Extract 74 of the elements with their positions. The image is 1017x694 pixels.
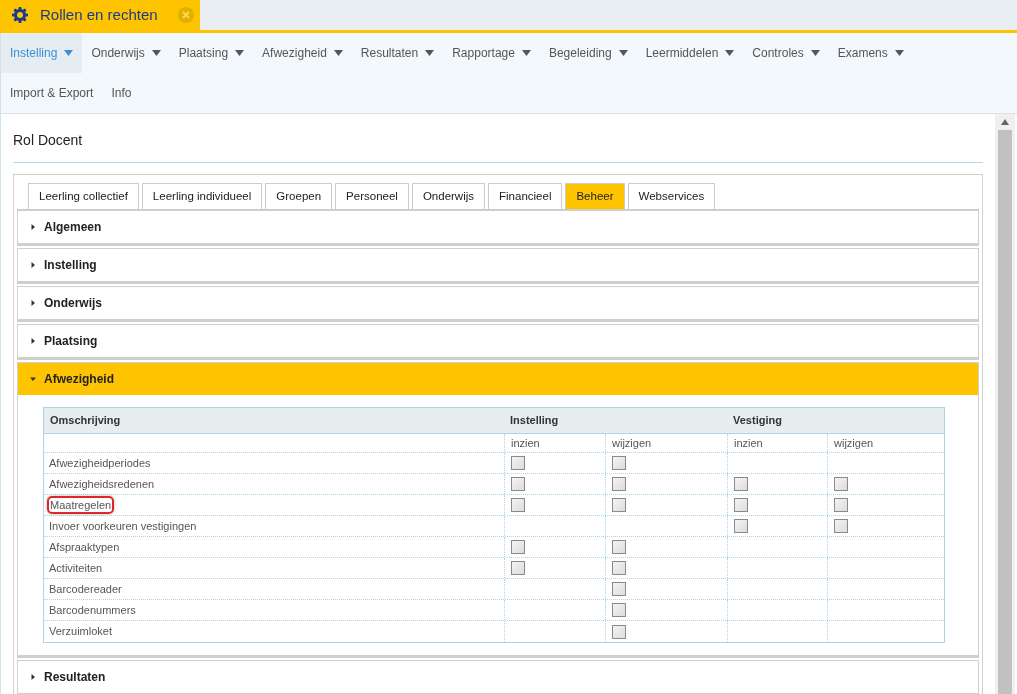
column-header: Omschrijving — [49, 413, 122, 429]
accordion-title: Onderwijs — [44, 295, 102, 312]
accordion-title: Afwezigheid — [44, 371, 114, 388]
checkbox[interactable] — [612, 540, 626, 554]
gear-icon — [12, 7, 28, 23]
checkbox[interactable] — [612, 561, 626, 575]
caret-icon — [30, 338, 36, 344]
column-header: Instelling — [509, 413, 560, 429]
caret-icon — [30, 674, 36, 680]
tab[interactable]: Webservices — [627, 183, 716, 209]
scrollbar[interactable] — [995, 114, 1015, 694]
window-tab[interactable]: Rollen en rechten — [0, 0, 200, 30]
menu-item[interactable]: Plaatsing — [169, 33, 254, 73]
checkbox[interactable] — [834, 477, 848, 491]
tab[interactable]: Beheer — [565, 183, 625, 209]
checkbox[interactable] — [612, 582, 626, 596]
tab[interactable]: Financieel — [488, 183, 563, 209]
menu-item[interactable]: Import & Export — [1, 73, 103, 113]
checkbox[interactable] — [511, 456, 525, 470]
menu-item[interactable]: Controles — [743, 33, 829, 73]
checkbox[interactable] — [734, 519, 748, 533]
checkbox[interactable] — [612, 603, 626, 617]
row-label: Barcodenummers — [49, 602, 136, 618]
tab[interactable]: Leerling collectief — [28, 183, 139, 209]
accordion-header[interactable]: Afwezigheid — [18, 363, 978, 395]
checkbox[interactable] — [612, 456, 626, 470]
accordion-title: Resultaten — [44, 669, 106, 686]
row-label: Invoer voorkeuren vestigingen — [49, 518, 197, 534]
checkbox[interactable] — [511, 498, 525, 512]
checkbox[interactable] — [511, 477, 525, 491]
checkbox[interactable] — [511, 561, 525, 575]
caret-icon — [30, 300, 36, 306]
menu-item[interactable]: Resultaten — [351, 33, 444, 73]
subcolumn-header: wijzigen — [612, 435, 652, 451]
subcolumn-header: inzien — [511, 435, 540, 451]
caret-icon — [30, 376, 36, 382]
row-label: Activiteiten — [49, 560, 103, 576]
window-title: Rollen en rechten — [40, 4, 158, 25]
checkbox[interactable] — [612, 498, 626, 512]
checkbox[interactable] — [734, 498, 748, 512]
subcolumn-header: wijzigen — [834, 435, 874, 451]
checkbox[interactable] — [612, 477, 626, 491]
tab[interactable]: Groepen — [265, 183, 333, 209]
accordion-title: Plaatsing — [44, 333, 98, 350]
page-heading: Rol Docent — [13, 132, 83, 148]
tab[interactable]: Personeel — [335, 183, 409, 209]
checkbox[interactable] — [511, 540, 525, 554]
column-header: Vestiging — [732, 413, 783, 429]
row-label: Afwezigheidperiodes — [49, 455, 151, 471]
accordion-title: Instelling — [44, 257, 97, 274]
menu-item[interactable]: Leermiddelen — [636, 33, 744, 73]
scroll-up-icon[interactable] — [1001, 119, 1009, 125]
caret-icon — [30, 262, 36, 268]
tab[interactable]: Onderwijs — [411, 183, 486, 209]
checkbox[interactable] — [834, 498, 848, 512]
menu-item[interactable]: Begeleiding — [539, 33, 637, 73]
menu-item[interactable]: Onderwijs — [82, 33, 170, 73]
subcolumn-header: inzien — [734, 435, 763, 451]
menu-item[interactable]: Info — [102, 73, 141, 113]
scrollbar-thumb[interactable] — [998, 130, 1012, 694]
caret-icon — [30, 224, 36, 230]
row-label: Barcodereader — [49, 581, 122, 597]
menu-item[interactable]: Afwezigheid — [253, 33, 352, 73]
accordion-title: Algemeen — [44, 219, 102, 236]
checkbox[interactable] — [734, 477, 748, 491]
row-label: Afspraaktypen — [49, 539, 120, 555]
row-label: Afwezigheidsredenen — [49, 476, 155, 492]
checkbox[interactable] — [834, 519, 848, 533]
tab[interactable]: Leerling individueel — [141, 183, 263, 209]
menu-item[interactable]: Examens — [828, 33, 913, 73]
row-label: Verzuimloket — [49, 624, 112, 640]
menu-item[interactable]: Rapportage — [443, 33, 540, 73]
checkbox[interactable] — [612, 624, 626, 639]
row-label: Maatregelen — [47, 496, 115, 514]
